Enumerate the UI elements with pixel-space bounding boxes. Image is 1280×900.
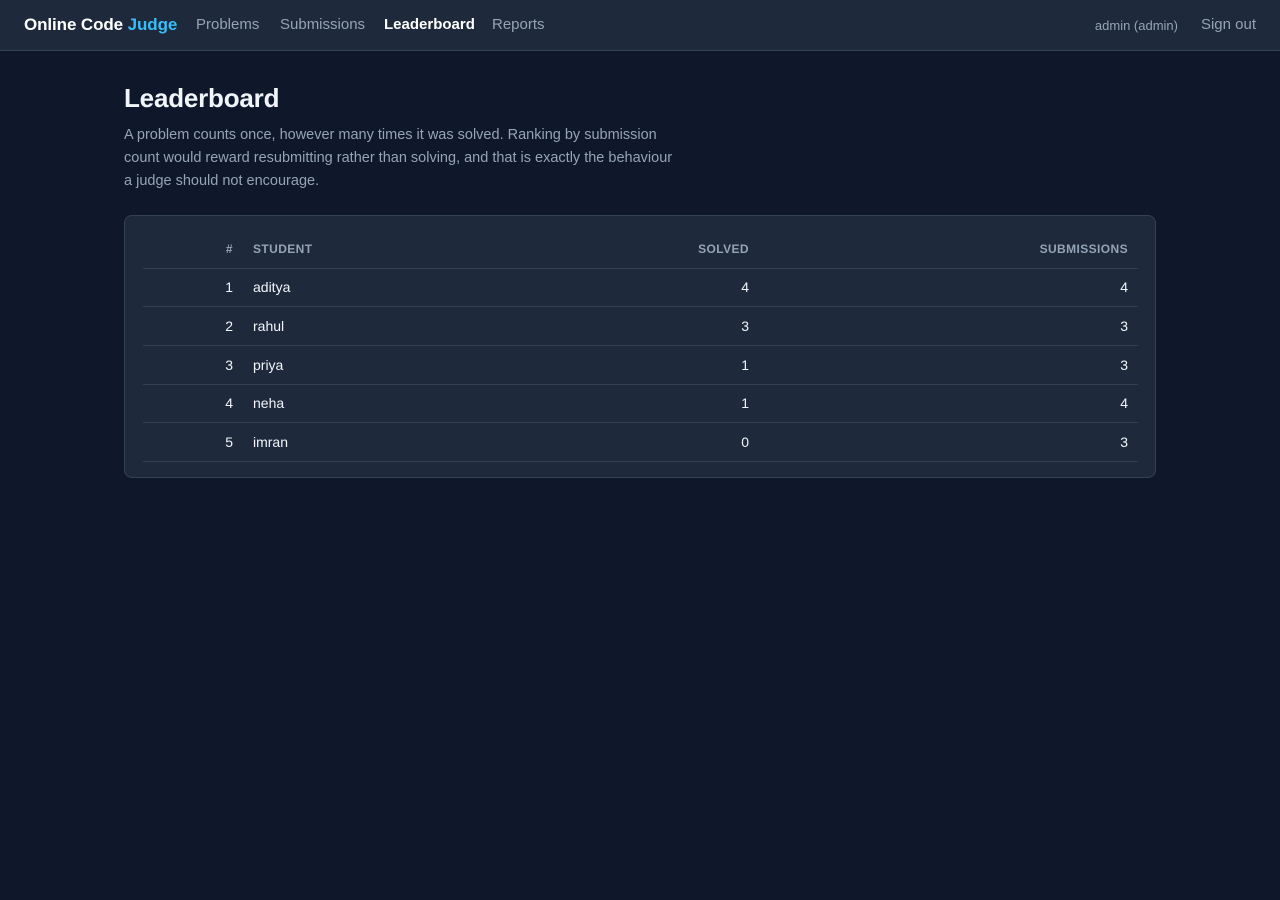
student-cell: rahul [243, 306, 493, 346]
table-row: 3 priya 1 3 [143, 345, 1138, 385]
current-user-label: admin (admin) [1094, 18, 1178, 33]
submissions-cell: 3 [749, 422, 1138, 462]
top-nav: Online Code Judge Problems Submissions L… [0, 0, 1280, 51]
header-student: STUDENT [243, 231, 493, 269]
rank-cell: 4 [143, 384, 243, 424]
rank-cell: 3 [143, 345, 243, 385]
submissions-cell: 3 [749, 345, 1138, 385]
nav-link-reports[interactable]: Reports [492, 16, 545, 33]
rank-cell: 5 [143, 422, 243, 462]
leaderboard-card: # STUDENT SOLVED SUBMISSIONS 1 aditya 4 … [124, 215, 1156, 478]
table-row: 5 imran 0 3 [143, 422, 1138, 462]
table-row: 4 neha 1 4 [143, 384, 1138, 424]
header-rank: # [143, 231, 243, 269]
student-cell: aditya [243, 268, 493, 308]
submissions-cell: 4 [749, 268, 1138, 308]
nav-link-submissions[interactable]: Submissions [280, 16, 365, 33]
table-row: 2 rahul 3 3 [143, 306, 1138, 346]
page-description: A problem counts once, however many time… [124, 127, 673, 189]
solved-cell: 1 [493, 345, 749, 385]
student-cell: priya [243, 345, 493, 385]
leaderboard-table: # STUDENT SOLVED SUBMISSIONS 1 aditya 4 … [143, 231, 1138, 462]
page-title: Leaderboard [124, 83, 280, 113]
nav-link-problems[interactable]: Problems [196, 16, 259, 33]
table-header-row: # STUDENT SOLVED SUBMISSIONS [143, 231, 1138, 269]
header-solved: SOLVED [493, 231, 749, 269]
brand-logo[interactable]: Online Code Judge [24, 15, 177, 35]
student-cell: neha [243, 384, 493, 424]
submissions-cell: 3 [749, 306, 1138, 346]
solved-cell: 4 [493, 268, 749, 308]
solved-cell: 0 [493, 422, 749, 462]
solved-cell: 1 [493, 384, 749, 424]
nav-link-leaderboard[interactable]: Leaderboard [384, 16, 475, 33]
header-submissions: SUBMISSIONS [749, 231, 1138, 269]
student-cell: imran [243, 422, 493, 462]
rank-cell: 1 [143, 268, 243, 308]
brand-main: Online Code [24, 15, 128, 34]
brand-accent: Judge [127, 15, 178, 34]
rank-cell: 2 [143, 306, 243, 346]
table-row: 1 aditya 4 4 [143, 268, 1138, 308]
submissions-cell: 4 [749, 384, 1138, 424]
solved-cell: 3 [493, 306, 749, 346]
sign-out-link[interactable]: Sign out [1201, 16, 1256, 33]
